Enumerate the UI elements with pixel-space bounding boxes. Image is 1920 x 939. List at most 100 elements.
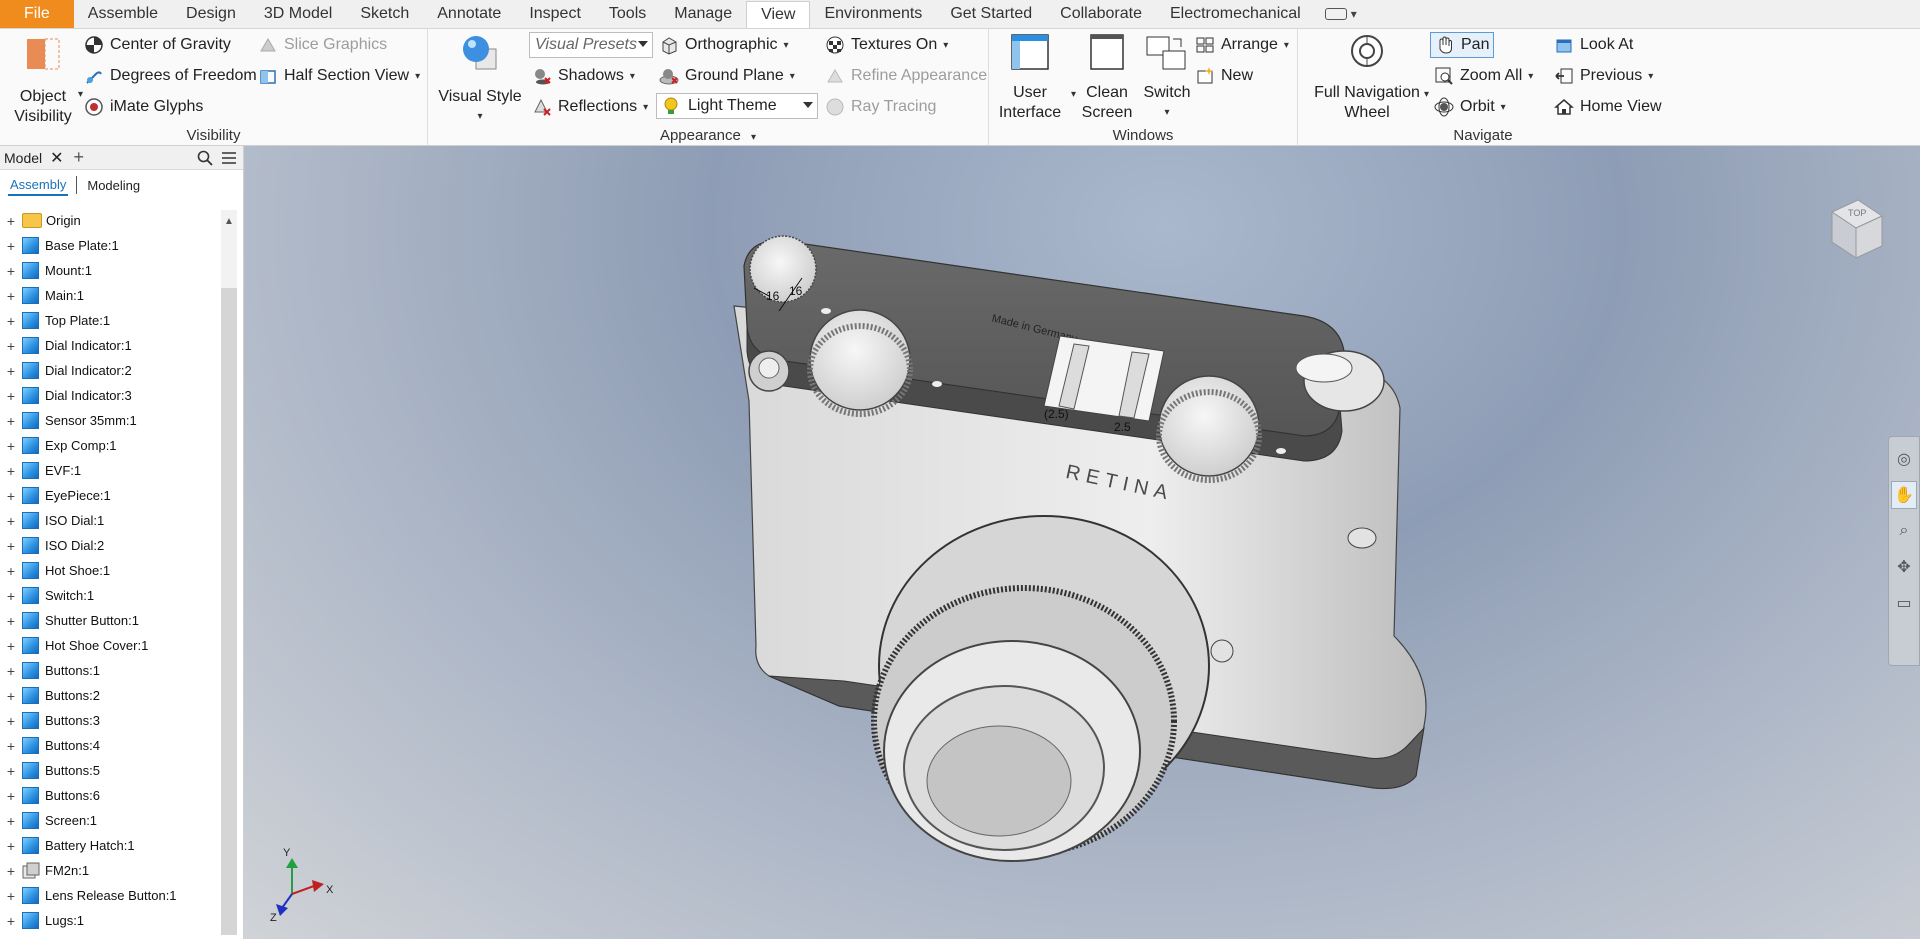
navbar-wheel-icon[interactable]: ◎: [1891, 445, 1917, 473]
scroll-up-icon[interactable]: ▲: [224, 216, 234, 227]
tab-inspect[interactable]: Inspect: [515, 0, 595, 28]
tab-annotate[interactable]: Annotate: [423, 0, 515, 28]
expand-icon[interactable]: +: [0, 288, 22, 304]
appearance-panel-dropdown-icon[interactable]: ▾: [751, 132, 756, 143]
add-browser-tab-icon[interactable]: +: [74, 147, 85, 168]
tree-item[interactable]: + Top Plate:1: [0, 308, 218, 333]
graphics-viewport[interactable]: 16 16 Made in Germany (2.5) 2.5 RETINA Y…: [244, 146, 1920, 939]
new-window-button[interactable]: New: [1195, 66, 1253, 86]
expand-icon[interactable]: +: [0, 238, 22, 254]
tree-item[interactable]: + Base Plate:1: [0, 233, 218, 258]
tree-item[interactable]: + Lens Release Button:1: [0, 883, 218, 908]
full-navigation-wheel-button[interactable]: Full Navigation Wheel: [1314, 33, 1420, 123]
tree-item[interactable]: + EyePiece:1: [0, 483, 218, 508]
tab-3d-model[interactable]: 3D Model: [250, 0, 346, 28]
tree-item[interactable]: + Switch:1: [0, 583, 218, 608]
look-at-button[interactable]: Look At: [1554, 35, 1633, 55]
menu-icon[interactable]: [221, 150, 237, 166]
expand-icon[interactable]: +: [0, 438, 22, 454]
full-navigation-dropdown-icon[interactable]: ▾: [1424, 89, 1429, 100]
reflections-button[interactable]: Reflections ▾: [532, 97, 648, 117]
ground-plane-button[interactable]: Ground Plane ▾: [659, 66, 795, 86]
shadows-dropdown-icon[interactable]: ▾: [630, 71, 635, 82]
tree-item[interactable]: + Shutter Button:1: [0, 608, 218, 633]
navbar-zoom-icon[interactable]: ⌕: [1891, 517, 1917, 545]
tree-item[interactable]: + Buttons:2: [0, 683, 218, 708]
expand-icon[interactable]: +: [0, 363, 22, 379]
tree-item[interactable]: + Buttons:5: [0, 758, 218, 783]
tab-assemble[interactable]: Assemble: [74, 0, 172, 28]
object-visibility-dropdown-icon[interactable]: ▾: [78, 89, 83, 100]
tab-get-started[interactable]: Get Started: [936, 0, 1046, 28]
expand-icon[interactable]: +: [0, 738, 22, 754]
mode-tab-assembly[interactable]: Assembly: [8, 175, 69, 196]
arrange-button[interactable]: Arrange ▾: [1195, 35, 1289, 55]
tree-item[interactable]: + Dial Indicator:2: [0, 358, 218, 383]
zoom-all-dropdown-icon[interactable]: ▾: [1528, 71, 1533, 82]
browser-title[interactable]: Model: [4, 150, 42, 166]
half-section-view-button[interactable]: Half Section View ▾: [258, 66, 420, 86]
user-interface-dropdown-icon[interactable]: ▾: [1071, 89, 1076, 100]
tree-item[interactable]: + Main:1: [0, 283, 218, 308]
tab-view[interactable]: View: [746, 1, 811, 28]
tree-item[interactable]: + Mount:1: [0, 258, 218, 283]
expand-icon[interactable]: +: [0, 913, 22, 929]
reflections-dropdown-icon[interactable]: ▾: [643, 102, 648, 113]
tab-electromechanical[interactable]: Electromechanical: [1156, 0, 1315, 28]
home-view-button[interactable]: Home View: [1554, 97, 1662, 117]
expand-icon[interactable]: +: [0, 338, 22, 354]
expand-icon[interactable]: +: [0, 413, 22, 429]
half-section-dropdown-icon[interactable]: ▾: [415, 71, 420, 82]
ground-plane-dropdown-icon[interactable]: ▾: [790, 71, 795, 82]
expand-icon[interactable]: +: [0, 588, 22, 604]
expand-icon[interactable]: +: [0, 763, 22, 779]
expand-icon[interactable]: +: [0, 463, 22, 479]
textures-on-button[interactable]: Textures On ▾: [825, 35, 948, 55]
search-icon[interactable]: [197, 150, 213, 166]
tree-item[interactable]: + Exp Comp:1: [0, 433, 218, 458]
navbar-pan-icon[interactable]: ✋: [1891, 481, 1917, 509]
tree-item[interactable]: + EVF:1: [0, 458, 218, 483]
expand-icon[interactable]: +: [0, 638, 22, 654]
tree-item[interactable]: + ISO Dial:2: [0, 533, 218, 558]
ray-tracing-button[interactable]: Ray Tracing: [825, 97, 936, 117]
navbar-orbit-icon[interactable]: ✥: [1891, 553, 1917, 581]
tree-item[interactable]: + Buttons:4: [0, 733, 218, 758]
orthographic-dropdown-icon[interactable]: ▾: [784, 40, 789, 51]
tree-item[interactable]: + Hot Shoe Cover:1: [0, 633, 218, 658]
tree-item[interactable]: + Sensor 35mm:1: [0, 408, 218, 433]
tree-item[interactable]: + ISO Dial:1: [0, 508, 218, 533]
orbit-dropdown-icon[interactable]: ▾: [1501, 102, 1506, 113]
tab-manage[interactable]: Manage: [660, 0, 746, 28]
clean-screen-button[interactable]: Clean Screen: [1077, 33, 1137, 123]
tab-sketch[interactable]: Sketch: [346, 0, 423, 28]
navbar-lookat-icon[interactable]: ▭: [1891, 589, 1917, 617]
imate-glyphs-button[interactable]: iMate Glyphs: [84, 97, 203, 117]
switch-button[interactable]: Switch ▾: [1137, 33, 1197, 123]
tab-design[interactable]: Design: [172, 0, 250, 28]
expand-icon[interactable]: +: [0, 388, 22, 404]
tree-item[interactable]: + Buttons:3: [0, 708, 218, 733]
expand-icon[interactable]: +: [0, 863, 22, 879]
expand-icon[interactable]: +: [0, 838, 22, 854]
expand-icon[interactable]: +: [0, 713, 22, 729]
expand-icon[interactable]: +: [0, 488, 22, 504]
tab-tools[interactable]: Tools: [595, 0, 660, 28]
object-visibility-button[interactable]: Object Visibility: [8, 33, 78, 127]
degrees-of-freedom-button[interactable]: Degrees of Freedom: [84, 66, 257, 86]
tree-item[interactable]: + FM2n:1: [0, 858, 218, 883]
tab-file[interactable]: File: [0, 0, 74, 28]
expand-icon[interactable]: +: [0, 813, 22, 829]
tree-item[interactable]: + Hot Shoe:1: [0, 558, 218, 583]
previous-view-button[interactable]: Previous ▾: [1554, 66, 1653, 86]
light-theme-combo[interactable]: Light Theme: [656, 93, 818, 119]
browser-scrollbar[interactable]: ▲: [221, 210, 237, 935]
orbit-button[interactable]: Orbit ▾: [1434, 97, 1506, 117]
expand-icon[interactable]: +: [0, 888, 22, 904]
visual-presets-combo[interactable]: Visual Presets: [529, 32, 653, 58]
tab-environments[interactable]: Environments: [810, 0, 936, 28]
expand-icon[interactable]: +: [0, 513, 22, 529]
zoom-all-button[interactable]: Zoom All ▾: [1434, 66, 1533, 86]
expand-icon[interactable]: +: [0, 788, 22, 804]
tree-item[interactable]: + Origin: [0, 208, 218, 233]
